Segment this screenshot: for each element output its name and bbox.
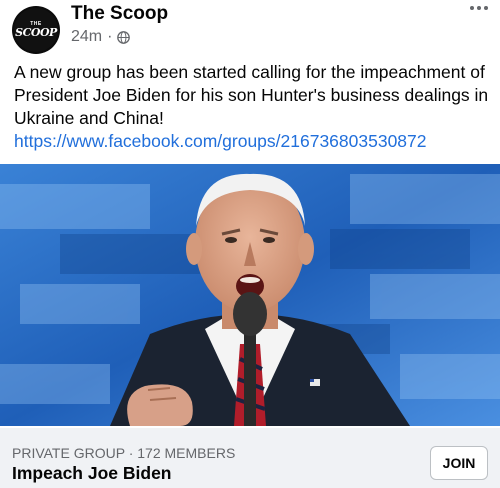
post-link[interactable]: https://www.facebook.com/groups/21673680… — [14, 130, 490, 153]
page-avatar[interactable]: THE SCOOP — [12, 6, 60, 54]
globe-icon — [117, 30, 131, 44]
group-name[interactable]: Impeach Joe Biden — [12, 463, 172, 484]
post-timestamp[interactable]: 24m — [71, 28, 102, 46]
meta-separator: · — [107, 28, 113, 45]
post-meta: 24m · — [71, 28, 131, 46]
post-body: A new group has been started calling for… — [14, 61, 490, 153]
avatar-logo: THE SCOOP — [14, 8, 58, 52]
more-horizontal-icon[interactable] — [470, 6, 488, 10]
page-name-link[interactable]: The Scoop — [71, 3, 168, 25]
post-photo[interactable] — [0, 164, 500, 426]
post-message: A new group has been started calling for… — [14, 62, 489, 128]
speaker-image — [0, 164, 500, 426]
avatar-logo-text: SCOOP — [15, 26, 57, 39]
group-meta: PRIVATE GROUP · 172 MEMBERS — [12, 445, 236, 461]
join-button[interactable]: JOIN — [430, 446, 488, 480]
post-header: THE SCOOP The Scoop 24m · — [0, 0, 500, 56]
